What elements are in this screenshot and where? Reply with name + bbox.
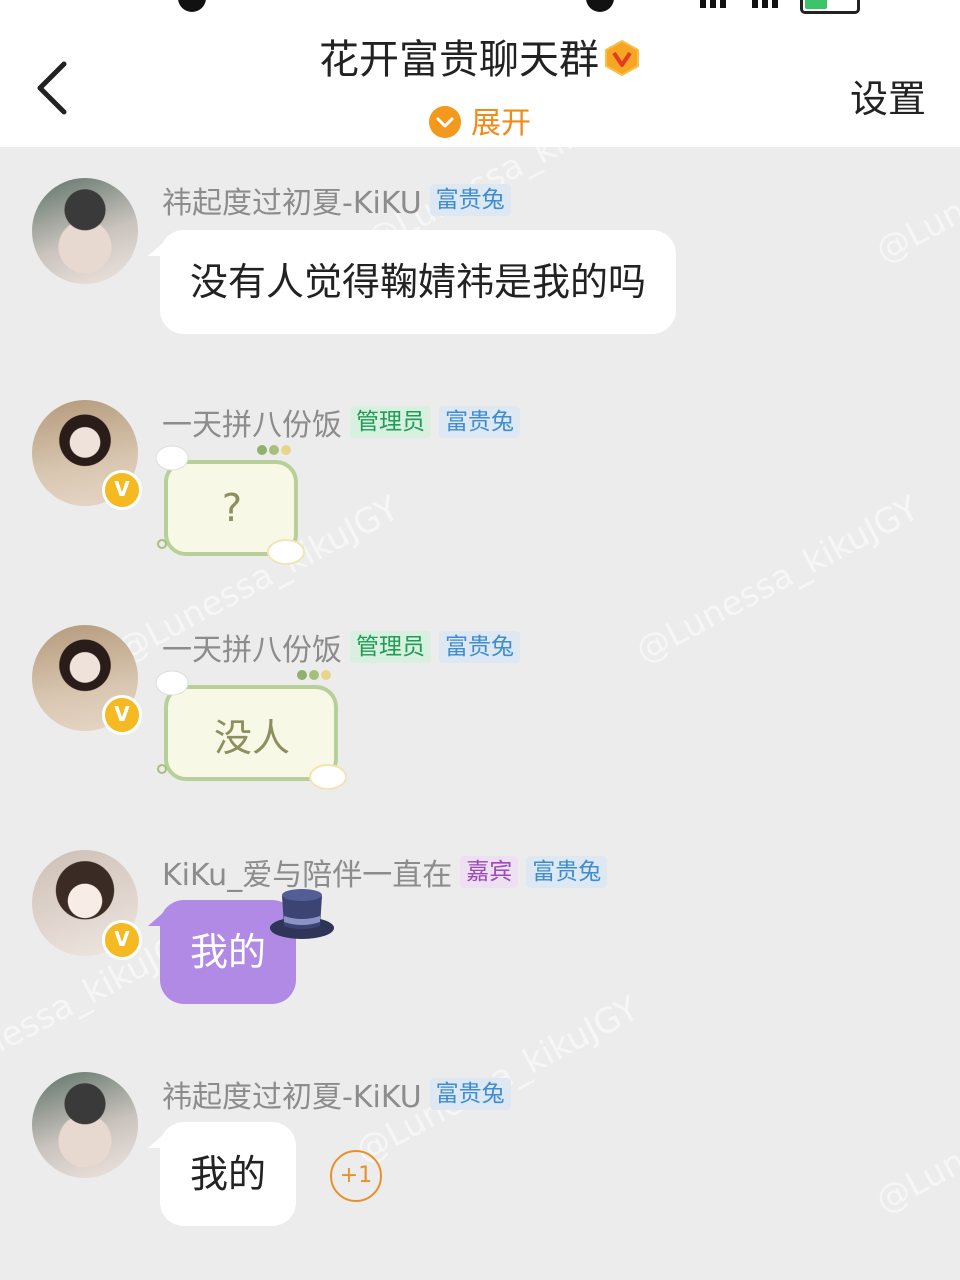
plus-one-button[interactable]: +1 <box>330 1150 382 1202</box>
signal-icon <box>700 0 726 8</box>
verified-badge-icon: V <box>102 470 142 510</box>
settings-button[interactable]: 设置 <box>850 68 926 123</box>
top-hat-icon <box>270 889 334 939</box>
watermark: @Lunessa_kikuJGY <box>869 1038 960 1222</box>
sender-name[interactable]: 一天拼八份饭 <box>162 408 342 443</box>
watermark: @Lunessa_kikuJGY <box>629 488 926 672</box>
verified-badge-icon: V <box>102 695 142 735</box>
signal-icon-2 <box>752 0 778 8</box>
sender-name[interactable]: 祎起度过初夏-KiKU <box>162 186 422 221</box>
battery-icon <box>800 0 860 14</box>
sticker-bubble[interactable]: ? <box>152 440 312 568</box>
expand-toggle[interactable]: 展开 <box>0 105 960 142</box>
chat-title: 花开富贵聊天群 <box>0 36 960 84</box>
sticker-text: 没人 <box>213 716 290 760</box>
sender-name[interactable]: 祎起度过初夏-KiKU <box>162 1080 422 1115</box>
member-tag: 富贵兔 <box>526 856 608 888</box>
alarm-icon <box>586 0 614 12</box>
chat-header: 花开富贵聊天群 展开 设置 <box>0 14 960 147</box>
sender-name[interactable]: 一天拼八份饭 <box>162 633 342 668</box>
sender-row: KiKu_爱与陪伴一直在 嘉宾 富贵兔 <box>162 850 608 893</box>
sender-row: 一天拼八份饭 管理员 富贵兔 <box>162 400 520 443</box>
message-bubble[interactable]: 我的 <box>160 1122 297 1226</box>
status-dot-icon <box>178 0 206 12</box>
guest-tag: 嘉宾 <box>460 856 519 888</box>
expand-label: 展开 <box>471 106 531 141</box>
sender-row: 祎起度过初夏-KiKU 富贵兔 <box>162 178 511 221</box>
member-tag: 富贵兔 <box>439 406 520 438</box>
sender-row: 一天拼八份饭 管理员 富贵兔 <box>162 625 520 668</box>
verified-group-icon <box>605 39 639 77</box>
sender-row: 祎起度过初夏-KiKU 富贵兔 <box>162 1072 511 1115</box>
chat-title-text: 花开富贵聊天群 <box>319 37 599 83</box>
member-tag: 富贵兔 <box>429 184 511 216</box>
member-tag: 富贵兔 <box>429 1078 511 1110</box>
chevron-down-icon <box>429 105 461 138</box>
avatar[interactable] <box>32 178 138 284</box>
sticker-text: ? <box>221 486 243 530</box>
admin-tag: 管理员 <box>350 406 431 438</box>
avatar[interactable] <box>32 1072 138 1178</box>
verified-badge-icon: V <box>102 920 142 960</box>
status-bar <box>0 0 960 14</box>
admin-tag: 管理员 <box>350 631 431 663</box>
member-tag: 富贵兔 <box>439 631 520 663</box>
message-bubble[interactable]: 没有人觉得鞠婧祎是我的吗 <box>160 230 677 334</box>
sticker-bubble[interactable]: 没人 <box>152 665 352 793</box>
